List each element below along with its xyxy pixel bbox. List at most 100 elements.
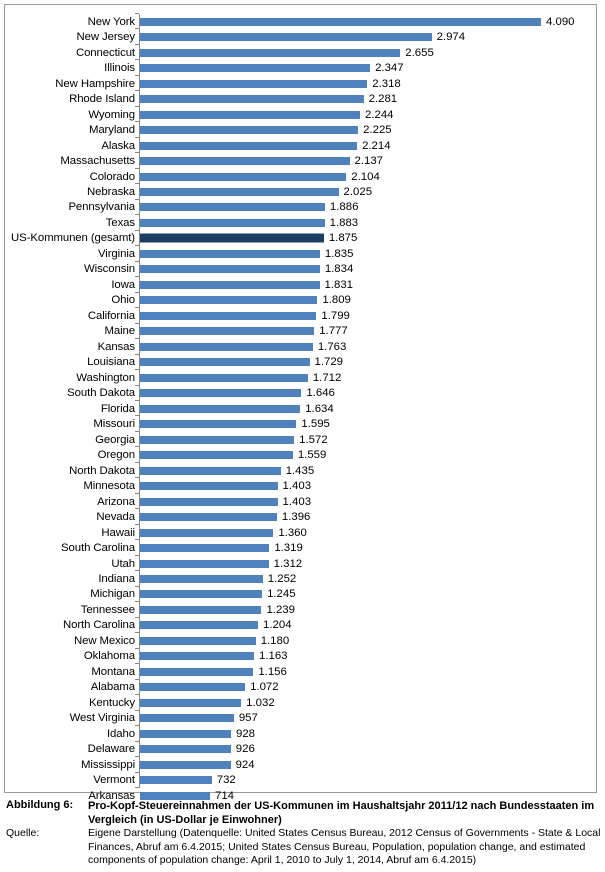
bar-row: North Carolina 1.204 <box>5 616 596 633</box>
bar-value-label: 2.244 <box>365 108 394 121</box>
bar-highlighted <box>140 233 324 243</box>
category-label: West Virginia <box>69 712 135 725</box>
bar <box>140 110 360 119</box>
bar-value-label: 2.104 <box>351 170 380 183</box>
category-label: Idaho <box>106 727 135 740</box>
caption-source-text: Eigene Darstellung (Datenquelle: United … <box>88 827 601 867</box>
category-label: New York <box>87 15 135 28</box>
bar <box>140 218 325 227</box>
axis-tick <box>135 121 139 123</box>
bar <box>140 605 262 614</box>
bar-value-label: 1.319 <box>274 542 303 555</box>
bar-row: California 1.799 <box>5 307 596 323</box>
axis-tick <box>135 322 139 324</box>
category-label: US-Kommunen (gesamt) <box>11 232 135 245</box>
bar <box>140 714 234 723</box>
axis-tick <box>135 369 139 371</box>
category-label: Alabama <box>90 681 135 694</box>
bar-row: Tennessee 1.239 <box>5 601 596 617</box>
bar-row: US-Kommunen (gesamt) 1.875 <box>5 229 596 246</box>
bar-row: Arizona 1.403 <box>5 492 596 509</box>
bar <box>140 157 350 166</box>
category-label: Arizona <box>97 495 135 508</box>
axis-tick <box>135 384 139 386</box>
bar-value-label: 1.634 <box>305 402 334 415</box>
category-label: Alaska <box>101 139 135 152</box>
bar <box>140 636 256 645</box>
bar-row: Rhode Island 2.281 <box>5 90 596 106</box>
bar <box>140 698 242 707</box>
bar-row: Minnesota 1.403 <box>5 477 596 493</box>
category-label: Wyoming <box>88 108 135 121</box>
bar-value-label: 1.831 <box>324 278 354 291</box>
category-label: Tennessee <box>80 603 135 616</box>
category-label: Mississippi <box>81 758 135 771</box>
axis-tick <box>135 183 139 185</box>
bar-value-label: 2.214 <box>362 139 391 152</box>
category-label: Maryland <box>88 124 135 137</box>
bar-row: Colorado 2.104 <box>5 167 596 184</box>
bar-value-label: 1.777 <box>319 325 348 338</box>
axis-tick <box>135 647 139 649</box>
category-label: Wisconsin <box>83 263 135 276</box>
axis-tick <box>135 105 139 107</box>
category-label: Nebraska <box>87 186 135 198</box>
bar-chart-plot-area: New York 4.090 New Jersey 2.974 Connecticut 2… <box>5 5 596 802</box>
bar-value-label: 1.252 <box>267 573 297 585</box>
bar <box>140 559 269 568</box>
axis-tick <box>135 601 139 603</box>
axis-tick <box>135 430 139 432</box>
axis-tick <box>135 771 139 773</box>
axis-tick <box>135 260 139 262</box>
bar <box>140 126 359 135</box>
bar-value-label: 1.204 <box>263 619 292 632</box>
bar-row: Texas 1.883 <box>5 214 596 230</box>
bar-row: Wyoming 2.244 <box>5 105 596 122</box>
bar-row: South Carolina 1.319 <box>5 539 596 555</box>
bar-value-label: 1.712 <box>312 371 342 384</box>
bar-value-label: 1.072 <box>250 681 279 694</box>
axis-tick <box>135 446 139 448</box>
bar-value-label: 926 <box>235 743 255 756</box>
bar <box>140 373 308 382</box>
axis-tick <box>135 616 139 618</box>
category-label: Hawaii <box>101 526 135 539</box>
category-label: Delaware <box>87 743 135 756</box>
bar-row: Connecticut 2.655 <box>5 43 596 60</box>
axis-tick <box>135 508 139 510</box>
bar <box>140 389 302 398</box>
category-label: South Dakota <box>67 387 135 400</box>
axis-tick <box>135 740 139 742</box>
axis-tick <box>135 28 139 30</box>
bar <box>140 95 364 104</box>
bar-row: Washington 1.712 <box>5 369 596 385</box>
bar <box>140 265 320 274</box>
bar <box>140 249 320 258</box>
axis-tick <box>135 787 139 788</box>
bar-value-label: 1.559 <box>297 449 327 462</box>
bar <box>140 79 368 88</box>
axis-tick <box>135 229 139 231</box>
bar-row: Utah 1.312 <box>5 554 596 571</box>
bar-row: South Dakota 1.646 <box>5 384 596 401</box>
category-label: North Carolina <box>62 619 135 632</box>
bar-value-label: 1.834 <box>324 263 354 276</box>
axis-tick <box>135 59 139 61</box>
bar-value-label: 1.595 <box>301 418 330 431</box>
bar-row: Nebraska 2.025 <box>5 183 596 199</box>
bar-row: Georgia 1.572 <box>5 430 596 447</box>
bar-row: Montana 1.156 <box>5 663 596 679</box>
axis-tick <box>135 307 139 309</box>
axis-tick <box>135 694 139 696</box>
bar-value-label: 1.799 <box>321 309 350 322</box>
category-label: Utah <box>111 557 135 570</box>
bar-row: Pennsylvania 1.886 <box>5 198 596 215</box>
bar <box>140 141 358 150</box>
axis-tick <box>135 167 139 169</box>
bar <box>140 482 278 491</box>
axis-tick <box>135 663 139 665</box>
category-label: Louisiana <box>87 356 135 369</box>
bar-value-label: 1.886 <box>329 201 359 214</box>
bar-row: New Hampshire 2.318 <box>5 74 596 91</box>
bar <box>140 776 212 785</box>
